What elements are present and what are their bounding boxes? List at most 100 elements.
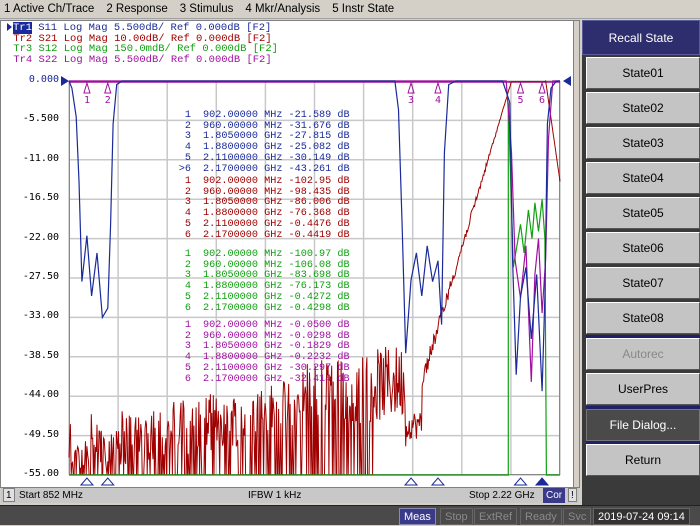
- menu-mkr-analysis[interactable]: 4 Mkr/Analysis: [245, 3, 320, 15]
- softkey-title-recall-state: Recall State: [582, 20, 700, 55]
- softkey-userpres[interactable]: UserPres: [586, 373, 700, 405]
- marker-value: -27.815 dB: [288, 131, 350, 143]
- marker-triangle-icon: [104, 81, 112, 94]
- marker-readout-row: 6 2.1700000 GHz -0.4298 dB: [167, 302, 350, 315]
- marker-value: -0.4419 dB: [288, 229, 350, 241]
- y-tick-label: -33.00: [22, 310, 59, 322]
- trace-header-row[interactable]: Tr4 S22 Log Mag 5.500dB/ Ref 0.000dB [F2…: [7, 53, 278, 66]
- marker-frequency: 1.8050000 GHz: [203, 131, 283, 143]
- marker-frequency: 2.1700000 GHz: [203, 229, 283, 241]
- menu-stimulus[interactable]: 3 Stimulus: [180, 3, 234, 15]
- marker-label-tr4: 4: [435, 95, 441, 106]
- marker-value: -0.1829 dB: [288, 341, 350, 353]
- marker-readout-row: 6 2.1700000 GHz -32.414 dB: [167, 373, 350, 386]
- channel-number[interactable]: 1: [3, 488, 15, 502]
- channel-window: Tr1 S11 Log Mag 5.500dB/ Ref 0.000dB [F2…: [0, 20, 580, 488]
- marker-triangle-icon: [434, 81, 442, 94]
- scrollbar[interactable]: [573, 21, 579, 487]
- menu-bar: 1 Active Ch/Trace 2 Response 3 Stimulus …: [0, 0, 700, 19]
- stop-frequency[interactable]: Stop 2.22 GHz: [469, 490, 535, 501]
- marker-triangle-icon: [538, 81, 546, 94]
- marker-value: -0.2232 dB: [288, 352, 350, 364]
- marker-frequency: 1.8050000 GHz: [203, 341, 283, 353]
- marker-frequency: 2.1700000 GHz: [203, 302, 283, 314]
- marker-label-tr4: 3: [408, 95, 414, 106]
- marker-label-tr4: 6: [539, 95, 545, 106]
- marker-stimulus-triangle-icon: [100, 477, 115, 486]
- y-tick-label: -16.50: [22, 192, 59, 204]
- marker-frequency: 1.8800000 GHz: [203, 352, 283, 364]
- softkey-autorec[interactable]: Autorec: [586, 338, 700, 370]
- marker-value: -76.368 dB: [288, 208, 350, 220]
- active-trace-arrow-icon: [7, 23, 12, 32]
- softkey-state08[interactable]: State08: [586, 302, 700, 334]
- softkey-file-dialog[interactable]: File Dialog...: [586, 409, 700, 441]
- marker-frequency: 2.1100000 GHz: [203, 218, 283, 230]
- y-tick-label: -44.00: [22, 389, 59, 401]
- marker-value: -100.97 dB: [288, 249, 350, 260]
- marker-label-tr4: 5: [518, 95, 524, 106]
- menu-response[interactable]: 2 Response: [106, 3, 167, 15]
- marker-frequency: 1.8800000 GHz: [203, 281, 283, 293]
- marker-number: 5: [184, 362, 191, 374]
- marker-readout-row: 5 2.1100000 GHz -0.4272 dB: [167, 291, 350, 304]
- ready-indicator: Ready: [520, 508, 562, 525]
- softkey-state02[interactable]: State02: [586, 92, 700, 124]
- marker-number: >6: [178, 163, 191, 175]
- marker-frequency: 2.1100000 GHz: [203, 291, 283, 303]
- marker-readout-row: >6 2.1700000 GHz -43.261 dB: [167, 163, 350, 176]
- ifbw[interactable]: IFBW 1 kHz: [248, 490, 301, 501]
- stop-indicator: Stop: [440, 508, 473, 525]
- marker-value: -30.297 dB: [288, 362, 350, 374]
- marker-value: -0.4272 dB: [288, 291, 350, 303]
- marker-number: 5: [184, 152, 191, 164]
- marker-number: 5: [184, 291, 191, 303]
- y-tick-label: -55.00: [22, 468, 59, 479]
- start-frequency[interactable]: Start 852 MHz: [19, 490, 83, 501]
- marker-frequency: 2.1100000 GHz: [203, 152, 283, 164]
- trace-settings: S22 Log Mag 5.500dB/ Ref 0.000dB [F2]: [32, 53, 272, 66]
- correction-badge: Cor: [543, 488, 566, 503]
- y-tick-label: -22.00: [22, 231, 59, 243]
- marker-value: -32.414 dB: [288, 373, 350, 385]
- marker-stimulus-triangle-icon: [513, 477, 528, 486]
- marker-stimulus-triangle-icon: [430, 477, 446, 486]
- marker-frequency: 1.8800000 GHz: [203, 208, 283, 220]
- marker-value: -0.0500 dB: [288, 320, 350, 331]
- trace-id[interactable]: Tr4: [13, 54, 32, 66]
- softkey-state04[interactable]: State04: [586, 162, 700, 194]
- y-tick-label: -49.50: [22, 428, 59, 440]
- ref-level-arrow-icon[interactable]: [61, 76, 69, 86]
- marker-stimulus-triangle-icon: [403, 477, 419, 486]
- marker-frequency: 902.00000 MHz: [203, 249, 283, 260]
- softkey-state07[interactable]: State07: [586, 267, 700, 299]
- softkey-state05[interactable]: State05: [586, 197, 700, 229]
- softkey-state01[interactable]: State01: [586, 57, 700, 89]
- marker-frequency: 1.8050000 GHz: [203, 270, 283, 282]
- marker-triangle-icon: [516, 81, 525, 94]
- marker-value: -102.95 dB: [288, 176, 350, 187]
- marker-frequency: 1.8050000 GHz: [203, 197, 283, 209]
- marker-value: -0.4476 dB: [288, 218, 350, 230]
- marker-value: -30.149 dB: [288, 152, 350, 164]
- softkey-panel: Recall State State01 State02 State03 Sta…: [582, 20, 700, 505]
- warning-indicator: !: [568, 488, 577, 502]
- marker-number: 6: [184, 373, 191, 385]
- marker-frequency: 902.00000 MHz: [203, 176, 283, 187]
- marker-number: 5: [184, 218, 191, 230]
- softkey-state06[interactable]: State06: [586, 232, 700, 264]
- svc-indicator: Svc: [563, 508, 592, 525]
- y-tick-label: -5.500: [22, 113, 59, 125]
- datetime: 2019-07-24 09:14: [593, 508, 690, 525]
- trace-header: Tr1 S11 Log Mag 5.500dB/ Ref 0.000dB [F2…: [7, 22, 278, 66]
- ref-level-arrow-right-icon[interactable]: [563, 76, 571, 86]
- marker-value: -0.4298 dB: [288, 302, 350, 314]
- marker-value: -43.261 dB: [288, 163, 350, 175]
- softkey-state03[interactable]: State03: [586, 127, 700, 159]
- channel-status-bar: 1 Start 852 MHz IFBW 1 kHz Stop 2.22 GHz…: [1, 487, 579, 503]
- marker-readout-row: 5 2.1100000 GHz -30.297 dB: [167, 362, 350, 375]
- menu-instr-state[interactable]: 5 Instr State: [332, 3, 394, 15]
- softkey-return[interactable]: Return: [586, 444, 700, 476]
- menu-active-ch-trace[interactable]: 1 Active Ch/Trace: [4, 3, 94, 15]
- marker-value: -25.082 dB: [288, 142, 350, 154]
